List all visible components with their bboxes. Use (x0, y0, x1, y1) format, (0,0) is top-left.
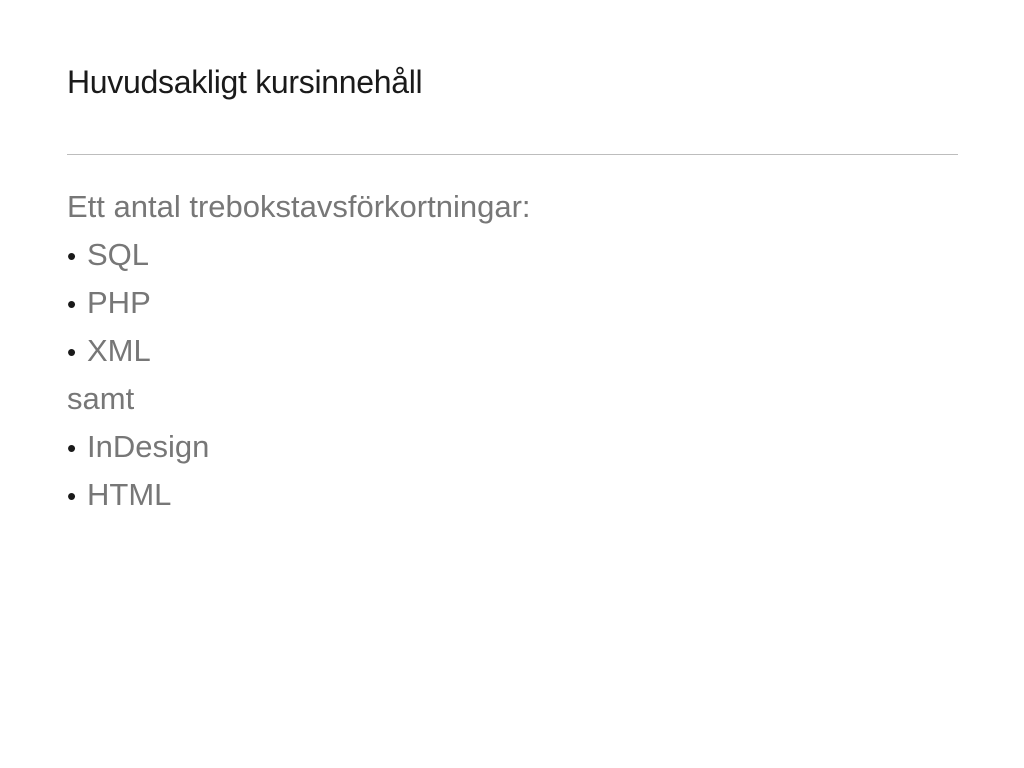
list-item-label: InDesign (87, 429, 210, 464)
list-item-label: PHP (87, 285, 151, 320)
bullet-icon: • (67, 481, 77, 511)
list-item-indesign: • InDesign (67, 423, 531, 471)
list-item-label: SQL (87, 237, 150, 272)
bullet-icon: • (67, 241, 77, 271)
intro-text: Ett antal trebokstavsförkortningar: (67, 189, 531, 224)
slide: Huvudsakligt kursinnehåll Ett antal treb… (0, 0, 1024, 768)
list-item-label: HTML (87, 477, 172, 512)
slide-body: Ett antal trebokstavsförkortningar: • SQL… (67, 183, 531, 519)
bullet-icon: • (67, 433, 77, 463)
list-item-sql: • SQL (67, 231, 531, 279)
list-item-html: • HTML (67, 471, 531, 519)
list-item-xml: • XML (67, 327, 531, 375)
bullet-icon: • (67, 289, 77, 319)
title-divider (67, 154, 958, 155)
connector-text: samt (67, 381, 135, 416)
slide-title: Huvudsakligt kursinnehåll (67, 64, 423, 100)
list-item-php: • PHP (67, 279, 531, 327)
bullet-icon: • (67, 337, 77, 367)
list-item-label: XML (87, 333, 151, 368)
